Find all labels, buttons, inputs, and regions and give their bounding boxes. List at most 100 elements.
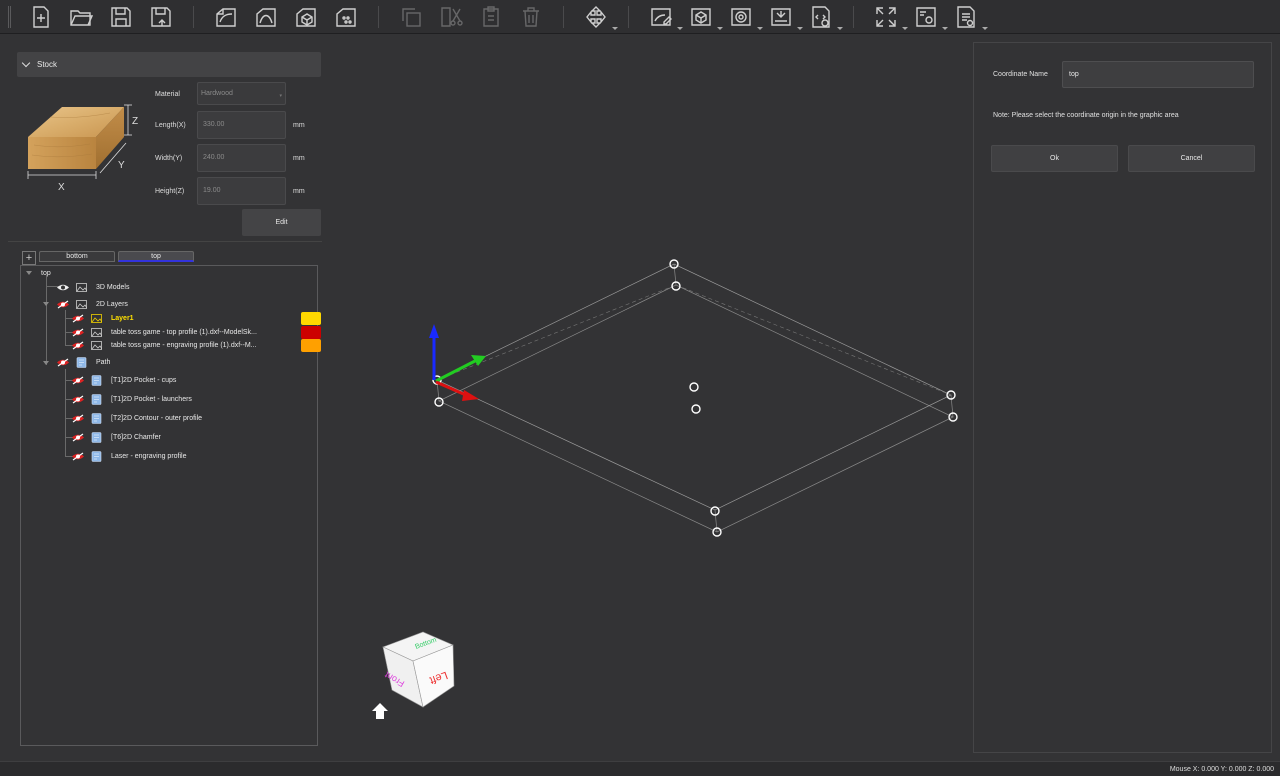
- import-curve-button[interactable]: [251, 2, 281, 32]
- image-layer-icon: [91, 340, 102, 350]
- tree-item-path-pocket-launchers[interactable]: [T1]2D Pocket - launchers: [71, 392, 192, 406]
- hidden-eye-icon[interactable]: [71, 433, 85, 442]
- layer-color-swatch[interactable]: [301, 326, 321, 339]
- new-file-button[interactable]: [26, 2, 56, 32]
- laser-icon: [771, 7, 791, 26]
- open-button[interactable]: [66, 2, 96, 32]
- tree-item-label: Laser - engraving profile: [111, 452, 187, 460]
- tree-item-top[interactable]: top: [41, 266, 51, 280]
- origin-point[interactable]: [689, 382, 699, 392]
- save-as-button[interactable]: [146, 2, 176, 32]
- hidden-eye-icon[interactable]: [71, 452, 85, 461]
- toolpath-button[interactable]: [726, 2, 763, 32]
- length-field[interactable]: 330.00: [197, 111, 286, 139]
- tree-item-path-pocket-cups[interactable]: [T1]2D Pocket - cups: [71, 373, 176, 387]
- dropdown-arrow-icon: [757, 26, 763, 30]
- graphics-viewport[interactable]: Bottom Front Left: [328, 35, 972, 760]
- tree-item-path[interactable]: Path: [56, 355, 110, 369]
- status-bar: Mouse X: 0.000 Y: 0.000 Z: 0.000: [0, 761, 1280, 776]
- laser-button[interactable]: [766, 2, 803, 32]
- stock-hidden-edge: [675, 284, 952, 396]
- material-label: Material: [155, 91, 180, 98]
- tree-item-path-chamfer[interactable]: [T6]2D Chamfer: [71, 430, 161, 444]
- paste-icon: [483, 5, 499, 27]
- axis-x-label: X: [58, 182, 65, 193]
- hidden-eye-icon[interactable]: [71, 328, 85, 337]
- edit-3d-button[interactable]: [686, 2, 723, 32]
- settings-icon: [916, 6, 936, 27]
- settings-button[interactable]: [911, 2, 948, 32]
- coordinate-name-input[interactable]: [1062, 61, 1254, 88]
- tree-item-layer-engraving[interactable]: table toss game - engraving profile (1).…: [71, 338, 257, 352]
- tree-item-label: top: [41, 269, 51, 277]
- import-curve-icon: [256, 7, 276, 27]
- import-model-icon: [296, 7, 316, 27]
- material-value: Hardwood: [201, 90, 233, 97]
- height-field[interactable]: 19.00: [197, 177, 286, 205]
- cancel-button[interactable]: Cancel: [1128, 145, 1255, 172]
- eye-icon[interactable]: [56, 283, 70, 292]
- tree-item-layer-top-profile[interactable]: table toss game - top profile (1).dxf--M…: [71, 325, 257, 339]
- material-select[interactable]: Hardwood ▾: [197, 82, 286, 105]
- tree-item-3d-models[interactable]: 3D Models: [56, 280, 129, 294]
- hidden-eye-icon[interactable]: [71, 314, 85, 323]
- toolpath-file-icon: [91, 412, 102, 424]
- gcode-button[interactable]: [806, 2, 843, 32]
- toolpath-file-icon: [91, 374, 102, 386]
- import-image-button[interactable]: [331, 2, 361, 32]
- length-label: Length(X): [155, 122, 186, 129]
- project-tree[interactable]: top 3D Models 2D Layers Layer1 table tos…: [20, 265, 321, 746]
- tree-item-layer1[interactable]: Layer1: [71, 311, 134, 325]
- tree-item-label: 2D Layers: [96, 300, 128, 308]
- view-cube[interactable]: Bottom Front Left: [382, 631, 455, 708]
- copy-button[interactable]: [396, 2, 426, 32]
- home-view-button[interactable]: [372, 703, 388, 719]
- save-button[interactable]: [106, 2, 136, 32]
- edit-2d-button[interactable]: [646, 2, 683, 32]
- hidden-eye-icon[interactable]: [56, 300, 70, 309]
- report-button[interactable]: [951, 2, 988, 32]
- delete-button[interactable]: [516, 2, 546, 32]
- tab-top[interactable]: top: [118, 251, 194, 262]
- layer-color-swatch[interactable]: [301, 339, 321, 352]
- hidden-eye-icon[interactable]: [71, 395, 85, 404]
- dropdown-arrow-icon: [902, 26, 908, 30]
- expand-arrow-icon[interactable]: [26, 271, 32, 275]
- expand-arrow-icon[interactable]: [43, 302, 49, 306]
- width-label: Width(Y): [155, 155, 183, 162]
- hidden-eye-icon[interactable]: [71, 376, 85, 385]
- axis-z-label: Z: [132, 116, 138, 127]
- import-model-button[interactable]: [291, 2, 321, 32]
- hidden-eye-icon[interactable]: [71, 341, 85, 350]
- stock-section-header[interactable]: Stock: [17, 52, 321, 77]
- width-field[interactable]: 240.00: [197, 144, 286, 172]
- expand-arrow-icon[interactable]: [43, 361, 49, 365]
- import-dxf-icon: [216, 7, 236, 27]
- toolbar-grip[interactable]: [8, 5, 11, 28]
- gcode-icon: [812, 5, 830, 28]
- hidden-eye-icon[interactable]: [71, 414, 85, 423]
- hidden-eye-icon[interactable]: [56, 358, 70, 367]
- layer-color-swatch[interactable]: [301, 312, 321, 325]
- dropdown-arrow-icon: [797, 26, 803, 30]
- report-icon: [957, 5, 975, 28]
- tab-bottom[interactable]: bottom: [39, 251, 115, 262]
- image-layer-icon: [76, 299, 87, 309]
- edit-stock-button[interactable]: Edit: [242, 209, 321, 236]
- fit-view-button[interactable]: [871, 2, 908, 32]
- coordinate-name-label: Coordinate Name: [993, 71, 1048, 78]
- add-coordinate-button[interactable]: +: [22, 251, 36, 265]
- chevron-down-icon: ▾: [279, 93, 282, 99]
- tree-item-path-laser[interactable]: Laser - engraving profile: [71, 449, 187, 463]
- cut-button[interactable]: [436, 2, 466, 32]
- tree-item-path-contour[interactable]: [T2]2D Contour - outer profile: [71, 411, 202, 425]
- import-dxf-button[interactable]: [211, 2, 241, 32]
- tree-item-2d-layers[interactable]: 2D Layers: [56, 297, 128, 311]
- transform-button[interactable]: [581, 2, 618, 32]
- tree-item-label: [T1]2D Pocket - launchers: [111, 395, 192, 403]
- tree-item-label: [T1]2D Pocket - cups: [111, 376, 177, 384]
- paste-button[interactable]: [476, 2, 506, 32]
- ok-button[interactable]: Ok: [991, 145, 1118, 172]
- dropdown-arrow-icon: [942, 26, 948, 30]
- origin-point[interactable]: [691, 404, 701, 414]
